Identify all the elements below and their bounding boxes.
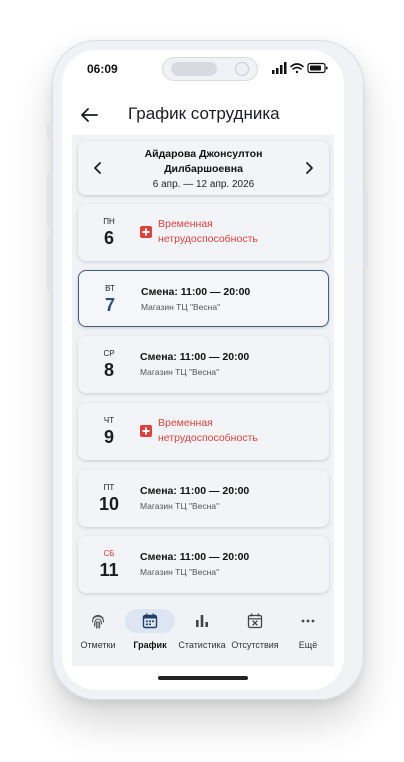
shift-location: Магазин ТЦ "Весна" — [140, 367, 220, 377]
nav-item-absences[interactable]: Отсутствия — [228, 603, 282, 666]
nav-item-schedule[interactable]: График — [124, 603, 176, 666]
employee-name-line1: Айдарова Джонсултон — [144, 148, 263, 160]
app-screen: 06:09 График сотрудника Айдарова Джонсул… — [62, 50, 344, 690]
schedule-content: Айдарова Джонсултон Дилбаршоевна 6 апр. … — [72, 135, 334, 603]
calendar-x-icon — [247, 613, 263, 629]
day-card-wed[interactable]: СР 8 Смена: 11:00 — 20:00 Магазин ТЦ "Ве… — [78, 336, 329, 393]
absence-label: Временная нетрудоспособность — [158, 416, 318, 446]
nav-label: Ещё — [298, 640, 318, 650]
wifi-icon — [290, 63, 304, 74]
camera-dot — [235, 62, 249, 76]
page-title: График сотрудника — [128, 104, 280, 123]
day-of-week: ПН — [103, 217, 115, 226]
day-of-week: СР — [103, 349, 115, 358]
more-icon — [301, 619, 315, 623]
day-number: 10 — [98, 494, 120, 514]
day-number: 9 — [103, 427, 114, 447]
day-card-tue[interactable]: ВТ 7 Смена: 11:00 — 20:00 Магазин ТЦ "Ве… — [78, 270, 329, 327]
medical-cross-icon — [140, 425, 152, 437]
home-indicator[interactable] — [158, 676, 248, 680]
silent-switch — [47, 123, 51, 141]
previous-week-button[interactable] — [88, 158, 108, 178]
absence-label-line1: Временная — [158, 218, 213, 230]
day-card-thu[interactable]: ЧТ 9 Временная нетрудоспособность — [78, 403, 329, 460]
day-of-week: ПТ — [103, 483, 115, 492]
power-button — [364, 190, 368, 268]
bottom-navigation: Отметки График Статистика Отсутствия Ещё — [72, 603, 334, 666]
absence-label-line2: нетрудоспособность — [158, 432, 258, 444]
absence-label: Временная нетрудоспособность — [158, 217, 318, 247]
day-of-week: ВТ — [105, 284, 115, 293]
day-number: 6 — [103, 228, 114, 248]
back-arrow-icon[interactable] — [78, 104, 100, 126]
day-number: 8 — [103, 360, 114, 380]
signal-icon — [272, 62, 287, 74]
volume-up-button — [47, 172, 51, 228]
day-number: 7 — [104, 295, 115, 315]
app-header: График сотрудника — [62, 95, 344, 135]
shift-time: Смена: 11:00 — 20:00 — [140, 485, 250, 497]
battery-icon — [307, 62, 328, 74]
shift-time: Смена: 11:00 — 20:00 — [140, 551, 250, 563]
shift-time: Смена: 11:00 — 20:00 — [140, 351, 250, 363]
day-of-week: СБ — [103, 549, 115, 558]
nav-item-statistics[interactable]: Статистика — [176, 603, 228, 666]
island-pill — [171, 62, 217, 76]
shift-location: Магазин ТЦ "Весна" — [140, 567, 220, 577]
absence-label-line2: нетрудоспособность — [158, 233, 258, 245]
status-bar: 06:09 — [62, 50, 344, 90]
dynamic-island — [162, 57, 258, 81]
day-number: 11 — [99, 560, 119, 580]
employee-name: Айдарова Джонсултон Дилбаршоевна — [118, 147, 289, 177]
status-time: 06:09 — [87, 62, 118, 76]
day-card-fri[interactable]: ПТ 10 Смена: 11:00 — 20:00 Магазин ТЦ "В… — [78, 470, 329, 527]
fingerprint-icon — [91, 614, 105, 629]
day-card-mon[interactable]: ПН 6 Временная нетрудоспособность — [78, 204, 329, 261]
absence-label-line1: Временная — [158, 417, 213, 429]
volume-down-button — [47, 237, 51, 293]
next-week-button[interactable] — [299, 158, 319, 178]
shift-location: Магазин ТЦ "Весна" — [140, 501, 220, 511]
employee-week-card: Айдарова Джонсултон Дилбаршоевна 6 апр. … — [78, 141, 329, 195]
bar-chart-icon — [196, 615, 208, 627]
shift-location: Магазин ТЦ "Весна" — [141, 302, 221, 312]
day-card-sat[interactable]: СБ 11 Смена: 11:00 — 20:00 Магазин ТЦ "В… — [78, 536, 329, 593]
nav-item-more[interactable]: Ещё — [282, 603, 334, 666]
nav-item-marks[interactable]: Отметки — [72, 603, 124, 666]
employee-name-line2: Дилбаршоевна — [164, 163, 243, 175]
shift-time: Смена: 11:00 — 20:00 — [141, 286, 251, 298]
day-of-week: ЧТ — [103, 416, 115, 425]
week-date-range: 6 апр. — 12 апр. 2026 — [152, 179, 255, 190]
calendar-icon — [142, 613, 158, 629]
status-icons — [272, 62, 328, 74]
medical-cross-icon — [140, 226, 152, 238]
